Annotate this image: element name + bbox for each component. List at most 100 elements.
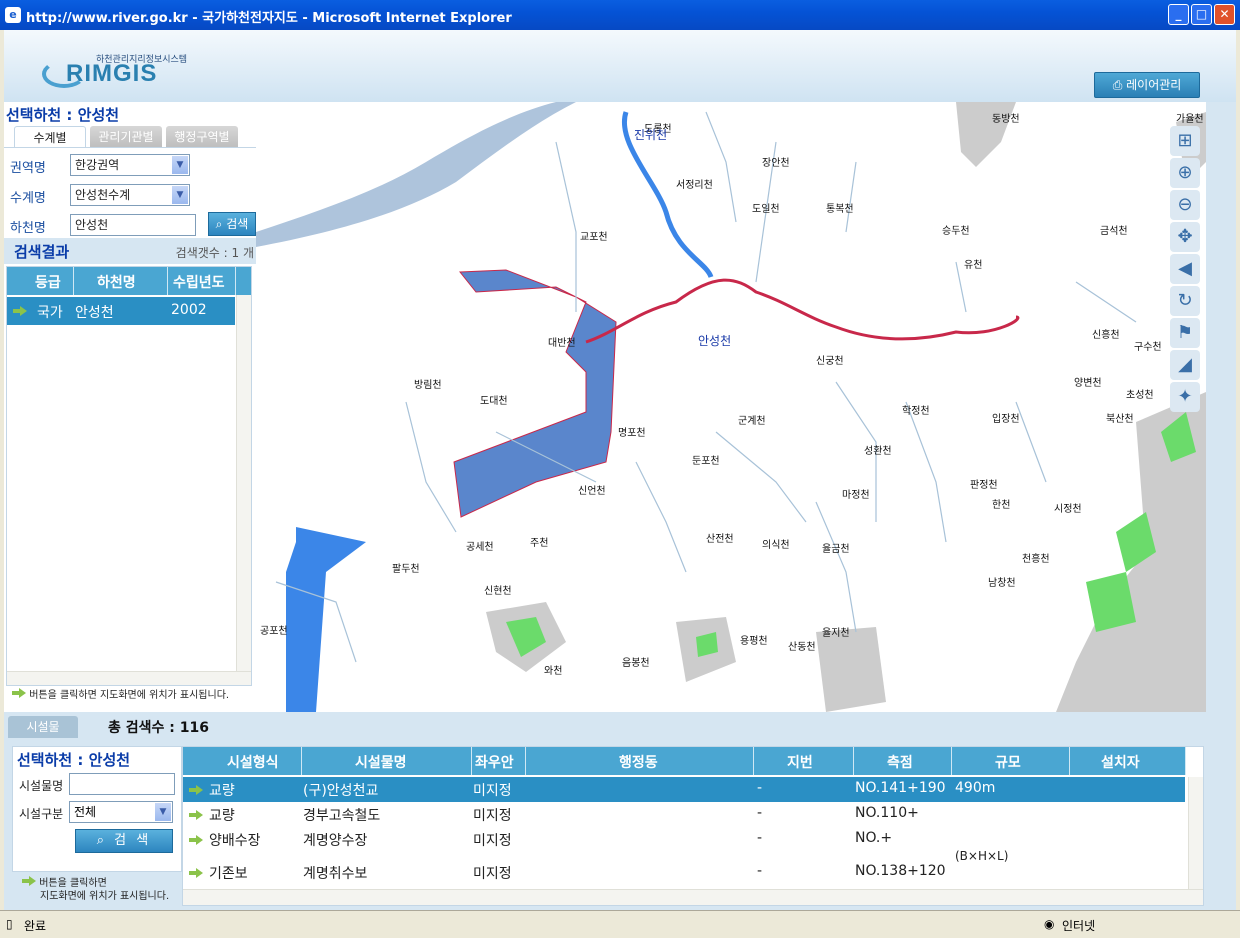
map-label: 산전천: [706, 534, 734, 545]
facility-hint: 버튼을 클릭하면 지도화면에 위치가 표시됩니다.: [22, 876, 169, 903]
map-label: 안성천: [698, 334, 732, 348]
basin-select[interactable]: 안성천수계 ▼: [70, 184, 190, 206]
chevron-down-icon[interactable]: ▼: [172, 186, 188, 204]
col-year: 수립년도: [173, 275, 225, 291]
river-label: 하천명: [10, 221, 46, 236]
map-label: 학정천: [902, 406, 930, 417]
zoom-out-icon[interactable]: ⊖: [1170, 190, 1200, 220]
tab-facility[interactable]: 시설물: [8, 716, 78, 738]
region-select[interactable]: 한강권역 ▼: [70, 154, 190, 176]
tab-agency[interactable]: 관리기관별: [90, 126, 162, 148]
facility-selected-title: 선택하천 : 안성천: [17, 751, 131, 769]
map-label: 동방천: [992, 114, 1020, 125]
selected-river-title: 선택하천 : 안성천: [6, 106, 120, 124]
vertical-scrollbar[interactable]: [1188, 777, 1203, 889]
header: 하천관리지리정보시스템 RIMGIS ⎙ 레이어관리: [4, 30, 1236, 102]
close-button[interactable]: ✕: [1214, 4, 1235, 25]
minimize-button[interactable]: _: [1168, 4, 1189, 25]
map-label: 가율천: [1176, 114, 1204, 125]
facility-type-label: 시설구분: [19, 807, 64, 821]
facility-panel: 시설물 총 검색수 : 116 선택하천 : 안성천 시설물명 시설구분 전체 ▼…: [4, 712, 1236, 910]
arrow-right-icon: [22, 876, 36, 886]
table-row[interactable]: 교량 경부고속철도 미지정 - NO.110+: [183, 802, 1185, 827]
window-titlebar: e http://www.river.go.kr - 국가하천전자지도 - Mi…: [0, 0, 1240, 30]
window-title: http://www.river.go.kr - 국가하천전자지도 - Micr…: [26, 11, 512, 26]
tab-district[interactable]: 행정구역별: [166, 126, 238, 148]
map-label: 교포천: [580, 232, 608, 243]
basin-label: 수계명: [10, 191, 46, 206]
horizontal-scrollbar[interactable]: [7, 671, 251, 685]
vertical-scrollbar[interactable]: [236, 295, 251, 685]
map-label: 북산천: [1106, 414, 1134, 425]
zone-text: 인터넷: [1062, 919, 1096, 933]
zoom-extent-icon[interactable]: ⊞: [1170, 126, 1200, 156]
search-button[interactable]: ⌕ 검색: [208, 212, 256, 236]
map-label: 공포천: [260, 626, 288, 637]
facility-search-button[interactable]: ⌕ 검 색: [75, 829, 173, 853]
map-label: 천흥천: [1022, 554, 1050, 565]
map-canvas[interactable]: [256, 102, 1206, 712]
row-year: 2002: [171, 302, 207, 318]
map-label: 주천: [530, 538, 549, 549]
map-label: 신궁천: [816, 356, 844, 367]
map-label: 와천: [544, 666, 563, 677]
total-count: 총 검색수 : 116: [108, 720, 209, 736]
arrow-right-icon[interactable]: [189, 785, 203, 795]
map-view[interactable]: 도롱천 진위천 장안천 서정리천 도일천 통복천 교포천 승두천 유천 금석천 …: [256, 102, 1206, 712]
back-icon[interactable]: ◀: [1170, 254, 1200, 284]
korea-map-icon[interactable]: ⚑: [1170, 318, 1200, 348]
map-label: 입장천: [992, 414, 1020, 425]
arrow-right-icon: [12, 688, 26, 698]
tab-basin[interactable]: 수계별: [14, 126, 86, 148]
results-header: 검색결과 검색갯수 : 1 개: [4, 238, 256, 264]
maximize-button[interactable]: □: [1191, 4, 1212, 25]
river-input[interactable]: 안성천: [70, 214, 196, 236]
hint-text: 버튼을 클릭하면 지도화면에 위치가 표시됩니다.: [12, 686, 229, 701]
col-river-name: 하천명: [97, 275, 136, 291]
table-row[interactable]: 국가 안성천 2002: [7, 297, 235, 325]
status-bar: ▯ 완료 ◉ 인터넷: [0, 910, 1240, 938]
map-label: 초성천: [1126, 390, 1154, 401]
map-label: 음봉천: [622, 658, 650, 669]
zoom-in-icon[interactable]: ⊕: [1170, 158, 1200, 188]
map-label: 장안천: [762, 158, 790, 169]
map-label: 군계천: [738, 416, 766, 427]
horizontal-scrollbar[interactable]: [183, 889, 1203, 905]
chevron-down-icon[interactable]: ▼: [172, 156, 188, 174]
move-icon[interactable]: ✦: [1170, 382, 1200, 412]
arrow-right-icon[interactable]: [189, 868, 203, 878]
map-label: 양변천: [1074, 378, 1102, 389]
col-type: 시설형식: [227, 755, 279, 771]
table-row[interactable]: 교량 (구)안성천교 미지정 - NO.141+190 490m: [183, 777, 1185, 802]
table-row[interactable]: 기존보 계명취수보 미지정 - NO.138+120 (B×H×L): [183, 849, 1185, 885]
map-label: 마정천: [842, 490, 870, 501]
col-grade: 등급: [35, 275, 61, 291]
arrow-right-icon[interactable]: [189, 835, 203, 845]
facility-name-label: 시설물명: [19, 779, 64, 793]
table-row[interactable]: 양배수장 계명양수장 미지정 - NO.+: [183, 827, 1185, 852]
layer-manage-button[interactable]: ⎙ 레이어관리: [1094, 72, 1200, 98]
map-label: 진위천: [634, 128, 668, 142]
left-panel: 선택하천 : 안성천 수계별 관리기관별 행정구역별 권역명 한강권역 ▼ 수계명…: [4, 102, 256, 712]
map-label: 대반천: [548, 338, 576, 349]
map-label: 도일천: [752, 204, 780, 215]
arrow-right-icon[interactable]: [13, 306, 27, 316]
row-grade: 국가: [37, 305, 63, 321]
map-label: 한천: [992, 500, 1011, 511]
col-jibun: 지번: [787, 755, 813, 771]
pan-icon[interactable]: ✥: [1170, 222, 1200, 252]
col-name: 시설물명: [355, 755, 407, 771]
map-label: 성환천: [864, 446, 892, 457]
map-label: 의식천: [762, 540, 790, 551]
chevron-down-icon[interactable]: ▼: [155, 803, 171, 821]
facility-name-input[interactable]: [69, 773, 175, 795]
arrow-right-icon[interactable]: [189, 810, 203, 820]
measure-icon[interactable]: ◢: [1170, 350, 1200, 380]
map-label: 유천: [964, 260, 983, 271]
facility-type-select[interactable]: 전체 ▼: [69, 801, 173, 823]
map-label: 둔포천: [692, 456, 720, 467]
map-label: 구수천: [1134, 342, 1162, 353]
printer-icon: ⎙: [1112, 78, 1127, 92]
refresh-icon[interactable]: ↻: [1170, 286, 1200, 316]
map-label: 승두천: [942, 226, 970, 237]
